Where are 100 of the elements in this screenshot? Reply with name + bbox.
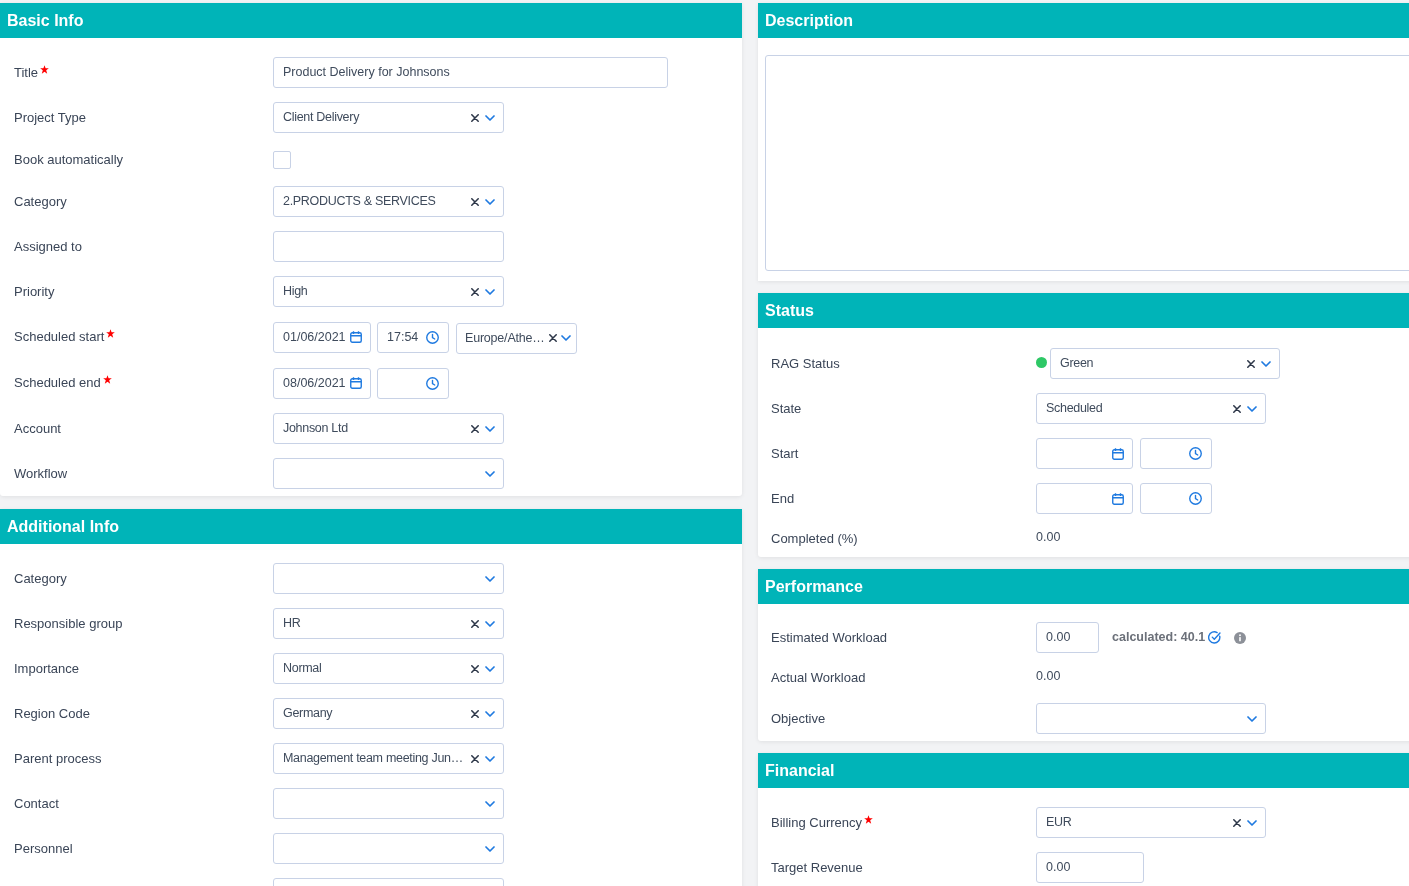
field-value: 0.00 [1036,667,1061,685]
clock-icon[interactable] [426,330,439,344]
select-field[interactable]: HR [273,608,504,639]
date-field[interactable]: 01/06/2021 [273,321,371,353]
date-field[interactable] [1036,438,1133,469]
section-header: Additional Info [0,509,742,544]
chevron-down-icon[interactable] [485,425,495,432]
select-field[interactable]: Johnson Ltd [273,413,504,444]
clear-icon[interactable] [1233,404,1241,413]
chevron-down-icon[interactable] [485,665,495,672]
calendar-icon[interactable] [1112,447,1124,460]
select-field[interactable] [273,833,504,864]
field-label: Workflow [14,464,68,483]
chevron-down-icon[interactable] [1247,715,1257,722]
time-field[interactable] [1140,438,1212,469]
select-field[interactable]: Normal [273,653,504,684]
clear-icon[interactable] [471,709,479,718]
chevron-down-icon[interactable] [485,710,495,717]
clear-icon[interactable] [471,287,479,296]
clear-icon[interactable] [471,424,479,433]
chevron-down-icon[interactable] [1247,819,1257,826]
clock-icon[interactable] [426,376,439,390]
field-label: Assigned to [14,237,82,256]
field-label: Region Code [14,704,90,723]
field-label: Estimated Workload [771,628,888,647]
field-label: Project Type [14,108,87,127]
clear-icon[interactable] [471,619,479,628]
info-icon[interactable] [1234,631,1247,644]
field-label: Contact [14,794,59,813]
field-label: Title [14,63,39,82]
select-field[interactable]: 2.PRODUCTS & SERVICES [273,186,504,217]
date-field[interactable] [1036,483,1133,514]
chevron-down-icon[interactable] [485,198,495,205]
field-label: Objective [771,709,826,728]
select-field[interactable]: EUR [1036,807,1266,838]
field-label: Scheduled start [14,328,105,347]
chevron-down-icon[interactable] [1261,360,1271,367]
field-label: Personnel [14,839,73,858]
chevron-down-icon[interactable] [560,335,571,341]
clear-icon[interactable] [471,113,479,122]
clock-icon[interactable] [1189,492,1202,505]
section-header: Financial [758,753,1409,788]
text-field[interactable]: Product Delivery for Johnsons [273,57,668,88]
field-label: Parent process [14,749,102,768]
select-field[interactable]: Green [1050,348,1280,379]
clock-icon[interactable] [1189,447,1202,460]
section-header: Description [758,3,1409,38]
select-field[interactable]: High [273,276,504,307]
text-field[interactable] [273,231,504,262]
calendar-icon[interactable] [350,377,362,389]
field-label: Start [771,444,799,463]
field-label: Target Revenue [771,858,863,877]
clear-icon[interactable] [471,664,479,673]
field-value: 0.00 [1036,528,1061,546]
select-field[interactable] [1036,703,1266,734]
clear-icon[interactable] [1247,359,1255,368]
clear-icon[interactable] [1233,818,1241,827]
select-field[interactable] [273,458,504,489]
check-circle-icon[interactable] [1208,631,1222,644]
chevron-down-icon[interactable] [485,575,495,582]
time-field[interactable]: 17:54 [377,321,449,353]
number-field[interactable]: 0.00 [1036,852,1144,883]
select-field[interactable]: Scheduled [1036,393,1266,424]
checkbox[interactable] [273,150,291,169]
clear-icon[interactable] [471,754,479,763]
chevron-down-icon[interactable] [485,470,495,477]
select-field[interactable]: Client Delivery [273,102,504,133]
field-label: Account [14,419,61,438]
select-field[interactable] [273,563,504,594]
timezone-select[interactable]: Europe/Athe… [456,322,577,354]
field-label: Actual Workload [771,669,866,688]
calendar-icon[interactable] [350,331,362,343]
chevron-down-icon[interactable] [485,620,495,627]
calculated-value: calculated: 40.1 [1112,629,1206,647]
chevron-down-icon[interactable] [485,755,495,762]
clear-icon[interactable] [548,334,557,342]
clear-icon[interactable] [471,197,479,206]
field-label: Billing Currency [771,813,863,832]
chevron-down-icon[interactable] [485,288,495,295]
field-label: End [771,489,795,508]
time-field[interactable] [1140,483,1212,514]
chevron-down-icon[interactable] [1247,405,1257,412]
field-label: Book automatically [14,150,124,169]
calendar-icon[interactable] [1112,492,1124,505]
date-field[interactable]: 08/06/2021 [273,367,371,399]
time-field[interactable] [377,367,449,399]
chevron-down-icon[interactable] [485,845,495,852]
chevron-down-icon[interactable] [485,800,495,807]
select-field[interactable]: Germany [273,698,504,729]
description-field[interactable] [765,55,1409,271]
field-label: Completed (%) [771,530,858,549]
field-label: Category [14,569,67,588]
field-label: Scheduled end [14,374,101,393]
chevron-down-icon[interactable] [485,114,495,121]
select-field[interactable] [273,788,504,819]
section-header: Basic Info [0,3,742,38]
field-label: Category [14,192,67,211]
field-label: Priority [14,282,55,301]
select-field[interactable]: Management team meeting Jun… [273,743,504,774]
number-field[interactable]: 0.00 [1036,622,1099,653]
